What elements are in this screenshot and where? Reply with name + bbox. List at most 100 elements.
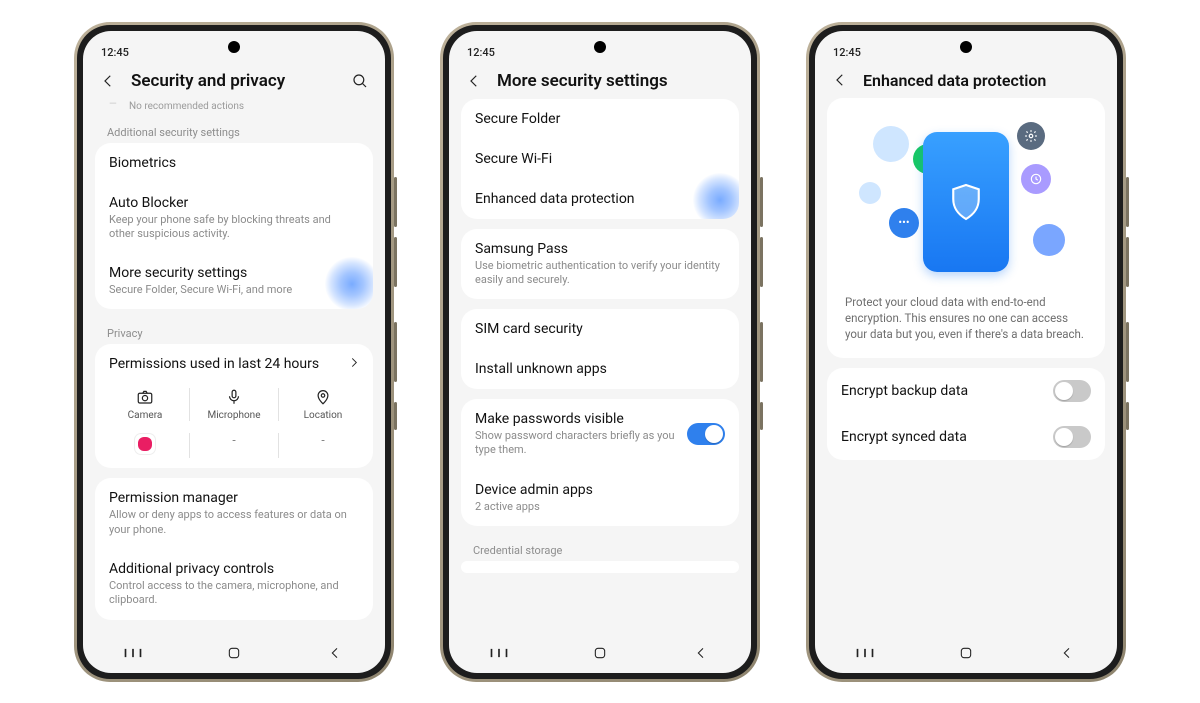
section-credential-storage: Credential storage bbox=[461, 536, 739, 561]
page-title: Enhanced data protection bbox=[863, 71, 1103, 90]
label-permission-manager: Permission manager bbox=[109, 490, 359, 506]
row-samsung-pass[interactable]: Samsung Pass Use biometric authenticatio… bbox=[461, 229, 739, 300]
nav-home[interactable] bbox=[580, 645, 620, 661]
row-additional-privacy[interactable]: Additional privacy controls Control acce… bbox=[95, 549, 373, 620]
microphone-icon bbox=[225, 388, 243, 406]
nav-recents[interactable] bbox=[113, 646, 153, 660]
perm-col-camera[interactable]: Camera bbox=[101, 388, 189, 421]
nav-recents[interactable] bbox=[845, 646, 885, 660]
label-secure-wifi: Secure Wi-Fi bbox=[475, 151, 725, 167]
permissions-columns: Camera Microphone Location bbox=[95, 384, 373, 427]
row-no-recommended[interactable]: No recommended actions bbox=[95, 99, 373, 118]
sub-device-admin: 2 active apps bbox=[475, 500, 725, 514]
label-device-admin: Device admin apps bbox=[475, 482, 725, 498]
search-button[interactable] bbox=[349, 72, 371, 90]
row-install-unknown-apps[interactable]: Install unknown apps bbox=[461, 349, 739, 389]
toggle-encrypt-synced[interactable] bbox=[1053, 426, 1091, 448]
tap-highlight bbox=[693, 173, 739, 219]
toggle-encrypt-backup[interactable] bbox=[1053, 380, 1091, 402]
clock-app-icon bbox=[1021, 164, 1051, 194]
app-bar: Security and privacy bbox=[83, 61, 385, 99]
nav-bar bbox=[815, 633, 1117, 673]
row-biometrics[interactable]: Biometrics bbox=[95, 143, 373, 183]
row-secure-wifi[interactable]: Secure Wi-Fi bbox=[461, 139, 739, 179]
hero-phone-shield bbox=[923, 132, 1009, 272]
label-encrypt-backup: Encrypt backup data bbox=[841, 383, 1043, 399]
hero-description: Protect your cloud data with end-to-end … bbox=[837, 286, 1095, 348]
chevron-left-icon bbox=[831, 71, 849, 89]
content-scroll[interactable]: ••• Protect your cloud data with end-to-… bbox=[815, 98, 1117, 633]
row-permissions-used[interactable]: Permissions used in last 24 hours bbox=[95, 344, 373, 384]
back-button[interactable] bbox=[97, 72, 119, 90]
nav-home[interactable] bbox=[946, 645, 986, 661]
label-sim: SIM card security bbox=[475, 321, 725, 337]
row-make-passwords-visible[interactable]: Make passwords visible Show password cha… bbox=[461, 399, 739, 470]
phone-frame-1: 12:45 Security and privacy No recommende… bbox=[74, 22, 394, 682]
camera-cutout bbox=[594, 41, 606, 53]
nav-home[interactable] bbox=[214, 645, 254, 661]
content-scroll[interactable]: No recommended actions Additional securi… bbox=[83, 99, 385, 633]
status-clock: 12:45 bbox=[467, 46, 495, 59]
section-additional-security: Additional security settings bbox=[95, 118, 373, 143]
deco-dot bbox=[1033, 224, 1065, 256]
home-icon bbox=[958, 645, 974, 661]
nav-bar bbox=[449, 633, 751, 673]
back-button[interactable] bbox=[829, 71, 851, 89]
card-additional-security: Biometrics Auto Blocker Keep your phone … bbox=[95, 143, 373, 310]
row-auto-blocker[interactable]: Auto Blocker Keep your phone safe by blo… bbox=[95, 183, 373, 254]
nav-bar bbox=[83, 633, 385, 673]
card-credential-storage bbox=[461, 561, 739, 573]
row-secure-folder[interactable]: Secure Folder bbox=[461, 99, 739, 139]
camera-icon bbox=[136, 388, 154, 406]
page-title: More security settings bbox=[497, 71, 737, 91]
perm-col-mic-label: Microphone bbox=[207, 410, 260, 421]
label-samsung-pass: Samsung Pass bbox=[475, 241, 725, 257]
content-scroll[interactable]: Secure Folder Secure Wi-Fi Enhanced data… bbox=[449, 99, 751, 633]
recents-icon bbox=[489, 646, 509, 660]
label-install-unknown: Install unknown apps bbox=[475, 361, 725, 377]
back-icon bbox=[327, 645, 343, 661]
perm-col-location[interactable]: Location bbox=[278, 388, 367, 421]
page-title: Security and privacy bbox=[131, 71, 337, 91]
shield-icon bbox=[949, 182, 983, 222]
toggle-make-passwords-visible[interactable] bbox=[687, 423, 725, 445]
camera-cutout bbox=[228, 41, 240, 53]
perm-cell-camera[interactable] bbox=[101, 433, 189, 458]
label-enhanced: Enhanced data protection bbox=[475, 191, 689, 207]
nav-back[interactable] bbox=[1047, 645, 1087, 661]
home-icon bbox=[226, 645, 242, 661]
row-more-security-settings[interactable]: More security settings Secure Folder, Se… bbox=[95, 253, 373, 309]
sub-make-pw: Show password characters briefly as you … bbox=[475, 429, 677, 458]
back-button[interactable] bbox=[463, 72, 485, 90]
row-permission-manager[interactable]: Permission manager Allow or deny apps to… bbox=[95, 478, 373, 549]
nav-back[interactable] bbox=[681, 645, 721, 661]
deco-dot bbox=[859, 182, 881, 204]
label-biometrics: Biometrics bbox=[109, 155, 359, 171]
sub-more-security: Secure Folder, Secure Wi-Fi, and more bbox=[109, 283, 319, 297]
screen-security-privacy: 12:45 Security and privacy No recommende… bbox=[83, 31, 385, 673]
hero-card: ••• Protect your cloud data with end-to-… bbox=[827, 98, 1105, 358]
nav-recents[interactable] bbox=[479, 646, 519, 660]
phone-frame-2: 12:45 More security settings Secure Fold… bbox=[440, 22, 760, 682]
label-more-security: More security settings bbox=[109, 265, 319, 281]
label-encrypt-synced: Encrypt synced data bbox=[841, 429, 1043, 445]
perm-cell-location[interactable]: - bbox=[278, 433, 367, 458]
card-encrypt-options: Encrypt backup data Encrypt synced data bbox=[827, 368, 1105, 460]
app-bar: More security settings bbox=[449, 61, 751, 99]
home-icon bbox=[592, 645, 608, 661]
row-enhanced-data-protection[interactable]: Enhanced data protection bbox=[461, 179, 739, 219]
perm-col-location-label: Location bbox=[304, 410, 343, 421]
screen-more-security: 12:45 More security settings Secure Fold… bbox=[449, 31, 751, 673]
hero-illustration: ••• bbox=[837, 116, 1095, 286]
card-privacy-controls: Permission manager Allow or deny apps to… bbox=[95, 478, 373, 619]
row-sim-security[interactable]: SIM card security bbox=[461, 309, 739, 349]
row-device-admin-apps[interactable]: Device admin apps 2 active apps bbox=[461, 470, 739, 526]
nav-back[interactable] bbox=[315, 645, 355, 661]
recents-icon bbox=[855, 646, 875, 660]
perm-col-microphone[interactable]: Microphone bbox=[189, 388, 278, 421]
perm-cell-mic[interactable]: - bbox=[189, 433, 278, 458]
row-encrypt-synced[interactable]: Encrypt synced data bbox=[827, 414, 1105, 460]
row-encrypt-backup[interactable]: Encrypt backup data bbox=[827, 368, 1105, 414]
deco-dot bbox=[873, 126, 909, 162]
messages-app-icon: ••• bbox=[889, 208, 919, 238]
